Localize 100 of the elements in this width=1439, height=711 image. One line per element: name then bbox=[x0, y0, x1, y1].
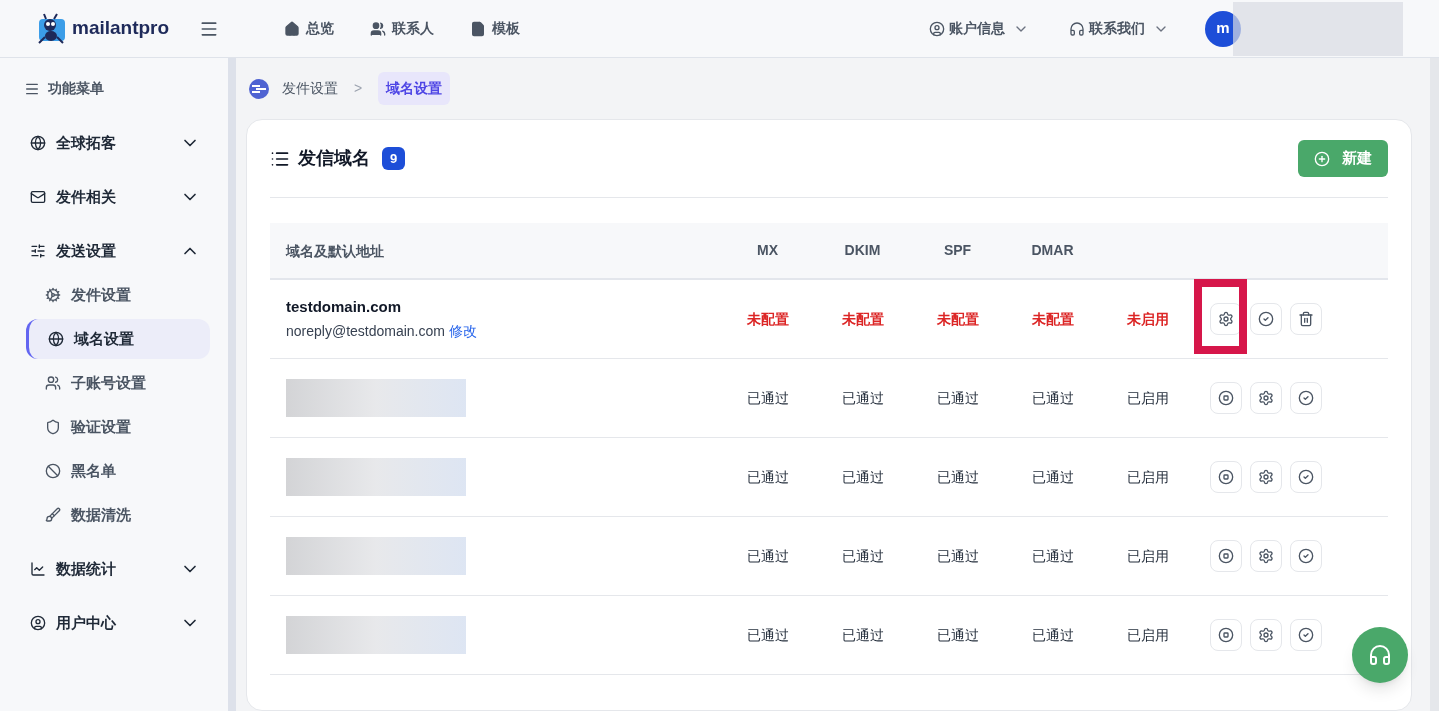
column-header: MX bbox=[757, 241, 778, 260]
status-text: 已通过 bbox=[1031, 467, 1074, 487]
shield-icon bbox=[45, 419, 61, 435]
sidebar-item[interactable]: 黑名单 bbox=[26, 451, 210, 491]
user-icon bbox=[30, 615, 46, 631]
stop-button[interactable] bbox=[1210, 619, 1242, 651]
column-header: DMAR bbox=[1031, 241, 1074, 260]
sidebar-item[interactable]: 子账号设置 bbox=[26, 363, 210, 403]
status-text: 已通过 bbox=[841, 546, 884, 566]
sidebar-item[interactable]: 验证设置 bbox=[26, 407, 210, 447]
status-text: 已通过 bbox=[841, 625, 884, 645]
globe-icon bbox=[48, 331, 64, 347]
status-text: 已启用 bbox=[1126, 467, 1169, 487]
header-menu[interactable]: 联系我们 bbox=[1069, 18, 1169, 39]
verify-button[interactable] bbox=[1290, 461, 1322, 493]
sidebar-title: 功能菜单 bbox=[48, 79, 104, 98]
sidebar-group[interactable]: 发件相关 bbox=[0, 173, 228, 221]
stop-button[interactable] bbox=[1210, 540, 1242, 572]
trash-icon bbox=[1298, 311, 1314, 327]
verify-button[interactable] bbox=[1250, 303, 1282, 335]
mail-icon bbox=[30, 189, 46, 205]
stop-icon bbox=[1218, 627, 1234, 643]
network-icon bbox=[248, 77, 270, 100]
sidebar-group[interactable]: 全球拓客 bbox=[0, 119, 228, 167]
check-circle-icon bbox=[1298, 390, 1314, 406]
breadcrumb-link[interactable]: 发件设置 bbox=[282, 78, 338, 99]
status-text: 已启用 bbox=[1126, 388, 1169, 408]
column-header: SPF bbox=[943, 241, 972, 260]
check-circle-icon bbox=[1298, 627, 1314, 643]
delete-button[interactable] bbox=[1290, 303, 1322, 335]
check-circle-icon bbox=[1258, 311, 1274, 327]
edit-link[interactable]: 修改 bbox=[448, 322, 477, 339]
status-text: 已通过 bbox=[841, 467, 884, 487]
breadcrumb-link[interactable]: 域名设置 bbox=[378, 72, 451, 105]
status-text: 已通过 bbox=[936, 388, 979, 408]
sidebar-item[interactable]: 域名设置 bbox=[26, 319, 210, 359]
nav-link[interactable]: 联系人 bbox=[370, 18, 434, 39]
panel-title: 发信域名 bbox=[298, 147, 370, 170]
status-text: 未启用 bbox=[1126, 309, 1169, 329]
brush-icon bbox=[45, 507, 61, 523]
status-text: 已启用 bbox=[1126, 546, 1169, 566]
sidebar-group[interactable]: 用户中心 bbox=[0, 599, 228, 647]
check-circle-icon bbox=[1298, 548, 1314, 564]
sidebar-scrollbar[interactable] bbox=[228, 58, 236, 711]
settings-icon bbox=[1258, 548, 1274, 564]
domain-name: testdomain.com bbox=[286, 297, 403, 318]
settings-icon bbox=[1258, 627, 1274, 643]
check-circle-icon bbox=[1298, 469, 1314, 485]
headset-icon bbox=[1368, 643, 1392, 667]
status-text: 已通过 bbox=[936, 546, 979, 566]
status-text: 已通过 bbox=[746, 467, 789, 487]
users-icon bbox=[370, 20, 386, 37]
sliders-icon bbox=[30, 243, 46, 259]
settings-icon bbox=[1218, 311, 1234, 327]
settings-button[interactable] bbox=[1250, 540, 1282, 572]
nav-link[interactable]: 模板 bbox=[470, 18, 520, 39]
status-text: 已通过 bbox=[936, 467, 979, 487]
settings-button[interactable] bbox=[1250, 382, 1282, 414]
settings-button[interactable] bbox=[1250, 619, 1282, 651]
settings-button[interactable] bbox=[1250, 461, 1282, 493]
settings-icon bbox=[1258, 469, 1274, 485]
stop-button[interactable] bbox=[1210, 382, 1242, 414]
status-text: 已通过 bbox=[746, 546, 789, 566]
settings-icon bbox=[1258, 390, 1274, 406]
globe-icon bbox=[30, 135, 46, 151]
status-text: 已启用 bbox=[1126, 625, 1169, 645]
default-address: noreply@testdomain.com bbox=[286, 322, 445, 339]
users-icon bbox=[45, 375, 61, 391]
ban-icon bbox=[45, 463, 61, 479]
status-text: 已通过 bbox=[746, 388, 789, 408]
verify-button[interactable] bbox=[1290, 540, 1322, 572]
plus-icon bbox=[1314, 150, 1330, 167]
sidebar-item[interactable]: 发件设置 bbox=[26, 275, 210, 315]
status-text: 已通过 bbox=[1031, 388, 1074, 408]
status-text: 已通过 bbox=[936, 625, 979, 645]
status-text: 已通过 bbox=[746, 625, 789, 645]
home-icon bbox=[284, 20, 300, 37]
status-text: 未配置 bbox=[936, 309, 979, 329]
stop-icon bbox=[1218, 469, 1234, 485]
settings-button[interactable] bbox=[1210, 303, 1242, 335]
status-text: 已通过 bbox=[1031, 546, 1074, 566]
status-text: 未配置 bbox=[1031, 309, 1074, 329]
stop-button[interactable] bbox=[1210, 461, 1242, 493]
sidebar-item[interactable]: 数据清洗 bbox=[26, 495, 210, 535]
page-scrollbar[interactable] bbox=[1430, 58, 1439, 711]
verify-button[interactable] bbox=[1290, 619, 1322, 651]
file-icon bbox=[470, 20, 486, 37]
verify-button[interactable] bbox=[1290, 382, 1322, 414]
sidebar-group[interactable]: 发送设置 bbox=[0, 227, 228, 275]
nav-link[interactable]: 总览 bbox=[284, 18, 334, 39]
status-text: 未配置 bbox=[841, 309, 884, 329]
status-text: 未配置 bbox=[746, 309, 789, 329]
status-text: 已通过 bbox=[841, 388, 884, 408]
logo-text: mailantpro bbox=[72, 16, 170, 41]
sidebar-group[interactable]: 数据统计 bbox=[0, 545, 228, 593]
headset-icon bbox=[1069, 20, 1085, 37]
column-header: DKIM bbox=[844, 241, 881, 260]
header-menu[interactable]: 账户信息 bbox=[929, 18, 1029, 39]
gears-icon bbox=[45, 287, 61, 303]
breadcrumb-separator: > bbox=[354, 79, 363, 98]
